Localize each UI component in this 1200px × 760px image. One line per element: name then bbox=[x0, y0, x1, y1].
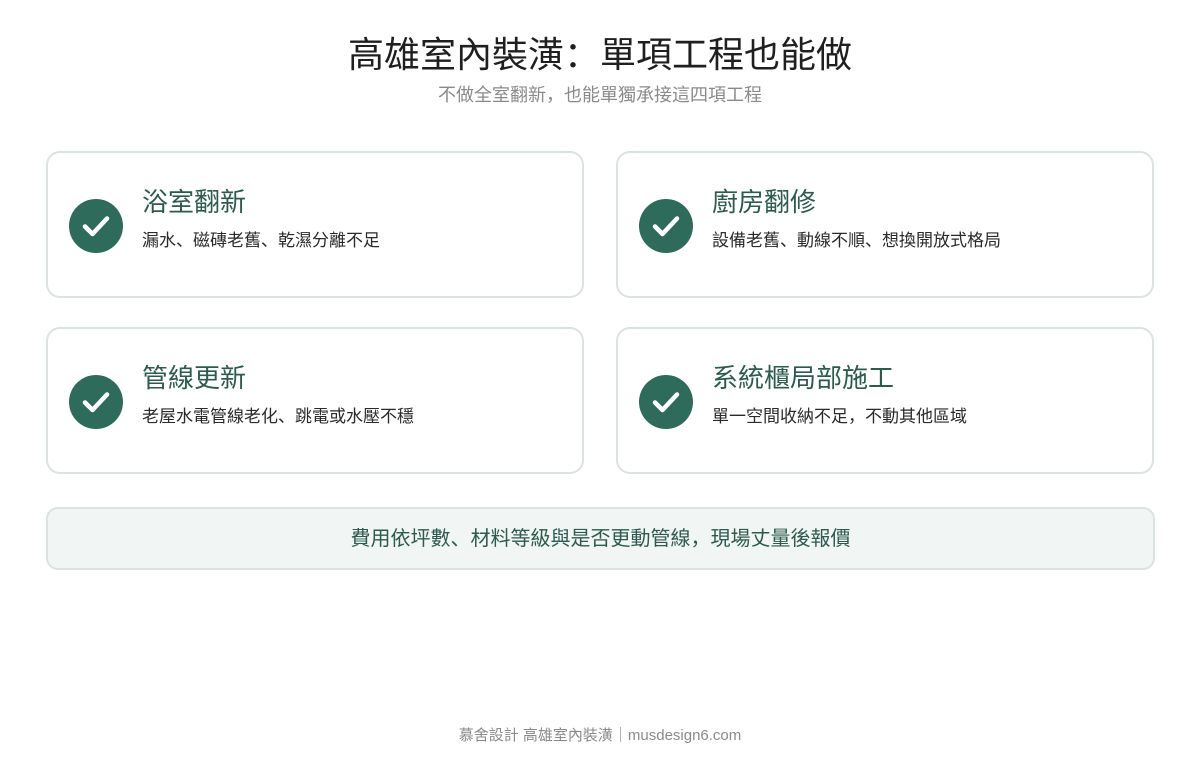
check-circle-icon bbox=[69, 375, 123, 429]
service-card-description: 漏水、磁磚老舊、乾濕分離不足 bbox=[142, 231, 380, 250]
service-card-bathroom: 浴室翻新 漏水、磁磚老舊、乾濕分離不足 bbox=[46, 151, 584, 298]
service-card-description: 單一空間收納不足，不動其他區域 bbox=[712, 407, 967, 426]
check-circle-icon bbox=[639, 375, 693, 429]
service-card-title: 系統櫃局部施工 bbox=[712, 363, 895, 393]
footer-credit: 慕舍設計 高雄室內裝潢｜musdesign6.com bbox=[458, 727, 742, 744]
service-card-plumbing: 管線更新 老屋水電管線老化、跳電或水壓不穩 bbox=[46, 327, 584, 474]
service-card-title: 浴室翻新 bbox=[142, 187, 247, 217]
page-title: 高雄室內裝潢：單項工程也能做 bbox=[347, 34, 852, 75]
check-circle-icon bbox=[69, 199, 123, 253]
service-card-title: 管線更新 bbox=[142, 363, 247, 393]
page-subtitle: 不做全室翻新，也能單獨承接這四項工程 bbox=[438, 85, 762, 105]
pricing-note: 費用依坪數、材料等級與是否更動管線，現場丈量後報價 bbox=[46, 507, 1155, 570]
pricing-note-text: 費用依坪數、材料等級與是否更動管線，現場丈量後報價 bbox=[350, 527, 851, 550]
service-card-kitchen: 廚房翻修 設備老舊、動線不順、想換開放式格局 bbox=[616, 151, 1154, 298]
service-card-description: 老屋水電管線老化、跳電或水壓不穩 bbox=[142, 407, 414, 426]
service-card-cabinetry: 系統櫃局部施工 單一空間收納不足，不動其他區域 bbox=[616, 327, 1154, 474]
check-circle-icon bbox=[639, 199, 693, 253]
service-card-description: 設備老舊、動線不順、想換開放式格局 bbox=[712, 231, 1001, 250]
service-card-title: 廚房翻修 bbox=[712, 187, 817, 217]
